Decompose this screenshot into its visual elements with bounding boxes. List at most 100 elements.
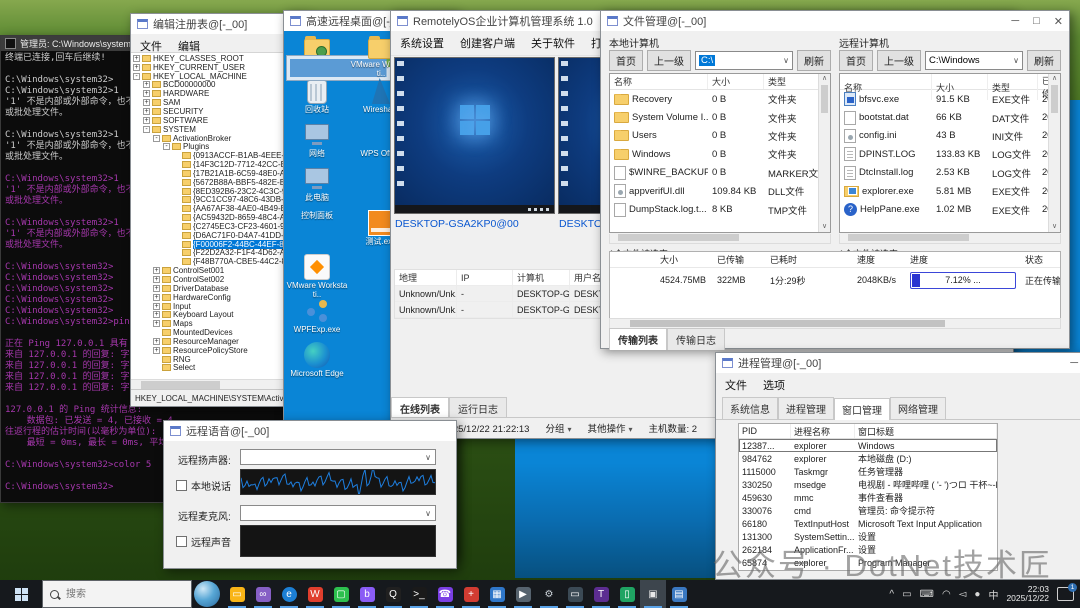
tab-online-list[interactable]: 在线列表 bbox=[391, 397, 449, 419]
file-row[interactable]: Recovery 0 B 文件夹 bbox=[610, 90, 830, 108]
tree-toggle-icon[interactable]: + bbox=[143, 117, 150, 124]
up-level-button[interactable]: 上一级 bbox=[647, 50, 691, 71]
notification-center-icon[interactable]: 1 bbox=[1057, 587, 1074, 601]
home-button[interactable]: 首页 bbox=[839, 50, 873, 71]
transfer-row[interactable]: 4524.75MB 322MB 1分:29秒 2048KB/s 7.12% ..… bbox=[610, 268, 1060, 292]
more-actions-dropdown[interactable]: 其他操作▾ bbox=[587, 421, 632, 435]
tree-toggle-icon[interactable]: + bbox=[133, 64, 140, 71]
registry-tree-node[interactable]: + SOFTWARE bbox=[131, 116, 307, 125]
tree-toggle-icon[interactable]: - bbox=[133, 73, 140, 80]
registry-tree-node[interactable]: + HARDWARE bbox=[131, 89, 307, 98]
file-row[interactable]: DPINST.LOG 133.83 KB LOG文件 2025 bbox=[840, 145, 1060, 163]
registry-tree-node[interactable]: + ControlSet001 bbox=[131, 266, 307, 275]
col-size[interactable]: 大小 bbox=[656, 253, 713, 266]
wechat-icon[interactable]: ▢ bbox=[328, 580, 354, 608]
col-progress[interactable]: 进度 bbox=[906, 253, 1021, 266]
remote-vscrollbar[interactable]: ∧∨ bbox=[1048, 74, 1060, 232]
registry-tree-node[interactable]: MountedDevices bbox=[131, 328, 307, 337]
registry-tree-node[interactable]: + SECURITY bbox=[131, 107, 307, 116]
registry-tree-node[interactable]: {AA67AF38-4AE0-4B49-BA56-AD... bbox=[131, 204, 307, 213]
search-input[interactable] bbox=[64, 588, 168, 601]
taskbar-search[interactable] bbox=[42, 580, 192, 608]
tree-toggle-icon[interactable]: + bbox=[153, 285, 160, 292]
file-row[interactable]: appverifUI.dll 109.84 KB DLL文件 bbox=[610, 182, 830, 200]
tree-toggle-icon[interactable]: - bbox=[153, 135, 160, 142]
col-elapsed[interactable]: 已耗时 bbox=[766, 253, 853, 266]
remote-desktop-icon[interactable]: 控制面板 bbox=[286, 207, 348, 251]
col-sent[interactable]: 已传输 bbox=[713, 253, 766, 266]
menu-about[interactable]: 关于软件 bbox=[531, 35, 575, 51]
local-hscrollbar[interactable] bbox=[609, 234, 831, 244]
registry-tree-node[interactable]: {C2745EC3-CF23-4601-92EF-D1... bbox=[131, 222, 307, 231]
registry-tree-node[interactable]: + HKEY_CURRENT_USER bbox=[131, 63, 307, 72]
registry-tree-node[interactable]: + ControlSet002 bbox=[131, 275, 307, 284]
registry-tree-node[interactable]: {17B21A1B-6C59-48E0-A448-6B6... bbox=[131, 169, 307, 178]
settings-gear-icon[interactable]: ⚙ bbox=[536, 580, 562, 608]
window-row[interactable]: 459630 mmc 事件查看器 bbox=[739, 491, 997, 504]
window-row[interactable]: 1115000 Taskmgr 任务管理器 bbox=[739, 465, 997, 478]
registry-tree[interactable]: + HKEY_CLASSES_ROOT + HKEY_CURRENT_USER … bbox=[131, 52, 307, 380]
refresh-button[interactable]: 刷新 bbox=[1027, 50, 1061, 71]
tab-window-mgmt[interactable]: 窗口管理 bbox=[834, 398, 890, 420]
tree-toggle-icon[interactable]: + bbox=[153, 267, 160, 274]
tray-keyboard-icon[interactable]: ⌨ bbox=[920, 589, 934, 600]
maximize-button[interactable]: □ bbox=[1033, 15, 1040, 27]
file-row[interactable]: DtcInstall.log 2.53 KB LOG文件 2025 bbox=[840, 164, 1060, 182]
refresh-button[interactable]: 刷新 bbox=[797, 50, 831, 71]
cmd-icon[interactable]: >_ bbox=[406, 580, 432, 608]
close-button[interactable]: ✕ bbox=[1054, 15, 1063, 28]
file-row[interactable]: config.ini 43 B INI文件 2025 bbox=[840, 127, 1060, 145]
voice-titlebar[interactable]: 远程语音@[-_00] bbox=[164, 421, 456, 441]
window-row[interactable]: 330250 msedge 电视剧 - 哔哩哔哩 ( '- ')つロ 干杯~-b… bbox=[739, 478, 997, 491]
file-row[interactable]: bfsvc.exe 91.5 KB EXE文件 2025 bbox=[840, 90, 1060, 108]
input-method-indicator[interactable]: 中 bbox=[988, 587, 998, 602]
tree-toggle-icon[interactable]: + bbox=[143, 108, 150, 115]
file-row[interactable]: HelpPane.exe 1.02 MB EXE文件 2025 bbox=[840, 200, 1060, 218]
col-name[interactable]: 名称 bbox=[610, 74, 708, 89]
minimize-button[interactable]: ─ bbox=[1011, 15, 1019, 27]
process-titlebar[interactable]: 进程管理@[-_00] ─ bbox=[716, 353, 1080, 373]
photo-viewer-icon[interactable]: ▤ bbox=[666, 580, 692, 608]
registry-tree-node[interactable]: {F00006F2-44BC-44EF-808B-B26... bbox=[131, 240, 307, 249]
registry-tree-node[interactable]: {5672B88A-BBF5-482E-B7B9-742... bbox=[131, 178, 307, 187]
security-app-icon[interactable]: + bbox=[458, 580, 484, 608]
registry-tree-node[interactable]: - Plugins bbox=[131, 142, 307, 151]
file-row[interactable]: Users 0 B 文件夹 bbox=[610, 127, 830, 145]
registry-tree-node[interactable]: + Maps bbox=[131, 319, 307, 328]
remote-path-combobox[interactable]: C:\Windows∨ bbox=[925, 51, 1023, 70]
col-size[interactable]: 大小 bbox=[708, 74, 764, 89]
registry-tree-node[interactable]: {D6AC71F0-D4A7-41DD-88C4-B... bbox=[131, 231, 307, 240]
registry-tree-node[interactable]: Select bbox=[131, 364, 307, 373]
remote-desktop-icon[interactable]: 网络 bbox=[286, 119, 348, 163]
tree-toggle-icon[interactable]: + bbox=[143, 90, 150, 97]
registry-tree-node[interactable]: RNG bbox=[131, 355, 307, 364]
remote-desktop-icon[interactable]: 此电脑 bbox=[286, 163, 348, 207]
file-explorer-icon[interactable]: ▭ bbox=[224, 580, 250, 608]
local-vscrollbar[interactable]: ∧∨ bbox=[818, 74, 830, 232]
tree-toggle-icon[interactable]: + bbox=[143, 81, 150, 88]
local-talk-checkbox[interactable]: 本地说话 bbox=[176, 478, 231, 493]
group-dropdown[interactable]: 分组▾ bbox=[545, 421, 571, 435]
registry-tree-node[interactable]: + DriverDatabase bbox=[131, 284, 307, 293]
tree-toggle-icon[interactable]: + bbox=[143, 99, 150, 106]
wps-icon[interactable]: W bbox=[302, 580, 328, 608]
tree-toggle-icon[interactable]: + bbox=[153, 303, 160, 310]
tree-toggle-icon[interactable]: + bbox=[133, 55, 140, 62]
registry-tree-node[interactable]: + Keyboard Layout bbox=[131, 310, 307, 319]
window-switcher-icon[interactable]: ▣ bbox=[640, 580, 666, 608]
registry-tree-node[interactable]: {0913ACCF-B1AB-4EEE-A0C7-F4... bbox=[131, 151, 307, 160]
bilibili-icon[interactable]: b bbox=[354, 580, 380, 608]
purple-tool-icon[interactable]: T bbox=[588, 580, 614, 608]
registry-tree-node[interactable]: {AC59432D-8659-48C4-A584-AF... bbox=[131, 213, 307, 222]
col-window-title[interactable]: 窗口标题 bbox=[855, 424, 997, 438]
visual-studio-icon[interactable]: ∞ bbox=[250, 580, 276, 608]
tab-process-mgmt[interactable]: 进程管理 bbox=[778, 397, 834, 419]
remote-hscrollbar[interactable] bbox=[839, 234, 1061, 244]
file-row[interactable]: $WINRE_BACKUP... 0 B MARKER文件 bbox=[610, 164, 830, 182]
registry-tree-node[interactable]: + ResourcePolicyStore bbox=[131, 346, 307, 355]
tray-display-icon[interactable]: ▭ bbox=[902, 589, 911, 600]
stocks-app-icon[interactable]: ▦ bbox=[484, 580, 510, 608]
col-pid[interactable]: PID bbox=[739, 424, 791, 438]
registry-tree-node[interactable]: + Input bbox=[131, 302, 307, 311]
registry-titlebar[interactable]: 编辑注册表@[-_00] bbox=[131, 14, 307, 34]
